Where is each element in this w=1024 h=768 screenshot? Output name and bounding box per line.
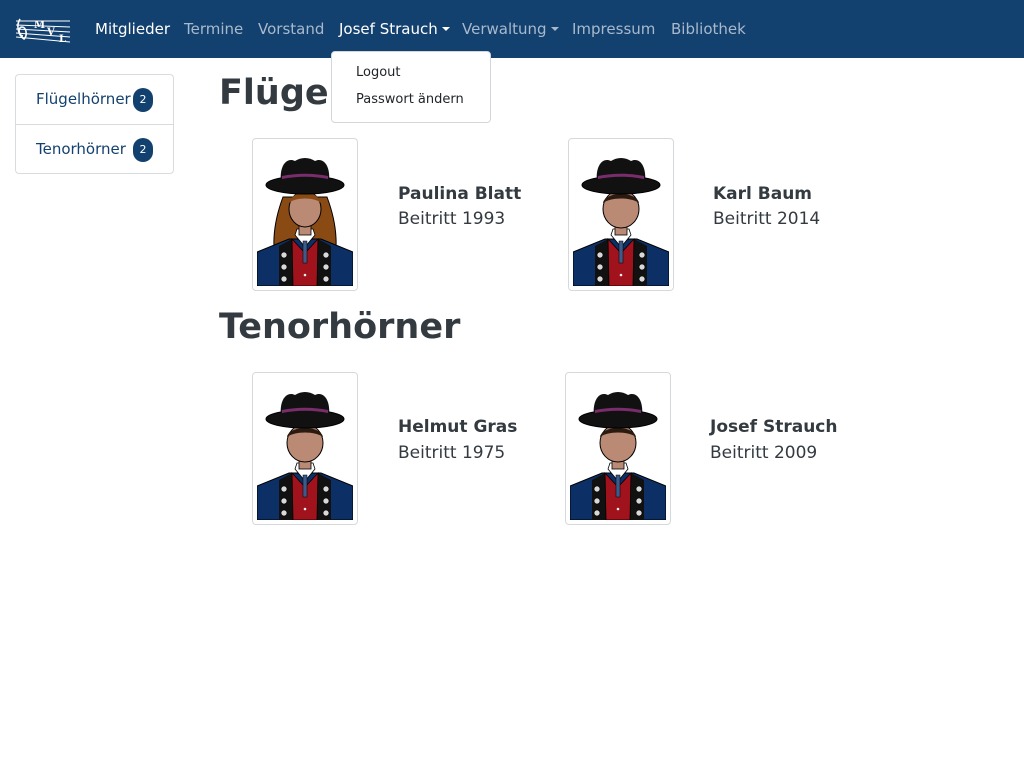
member-avatar[interactable] <box>252 372 358 525</box>
count-badge: 2 <box>133 88 153 112</box>
member-since: Beitritt 1975 <box>398 443 506 463</box>
female-avatar-icon <box>257 158 353 286</box>
menu-item-logout[interactable]: Logout <box>356 65 401 81</box>
count-badge: 2 <box>133 138 153 162</box>
sidebar-item-label: Tenorhörner <box>36 140 126 158</box>
nav-verwaltung[interactable]: Verwaltung <box>462 19 559 39</box>
member-avatar[interactable] <box>252 138 358 291</box>
member-name: Paulina Blatt <box>398 184 522 204</box>
svg-text:L: L <box>59 34 66 45</box>
section-title-tenorhoerner: Tenorhörner <box>219 307 461 347</box>
member-name: Josef Strauch <box>710 417 838 437</box>
section-sidebar: Flügelhörner 2 Tenorhörner 2 <box>15 74 174 174</box>
male-avatar-icon <box>257 392 353 520</box>
member-name: Helmut Gras <box>398 417 518 437</box>
member-name: Karl Baum <box>713 184 813 204</box>
top-navbar: M V L Mitglieder Termine Vorstand Josef … <box>0 0 1024 58</box>
nav-vorstand[interactable]: Vorstand <box>258 19 324 39</box>
sidebar-item-fluegelhoerner[interactable]: Flügelhörner 2 <box>16 75 173 124</box>
member-avatar[interactable] <box>565 372 671 525</box>
user-dropdown-menu: Logout Passwort ändern <box>331 51 491 123</box>
nav-mitglieder[interactable]: Mitglieder <box>95 19 170 39</box>
nav-termine[interactable]: Termine <box>184 19 243 39</box>
nav-bibliothek[interactable]: Bibliothek <box>671 19 746 39</box>
male-avatar-icon <box>573 158 669 286</box>
sidebar-item-label: Flügelhörner <box>36 90 131 108</box>
menu-item-change-password[interactable]: Passwort ändern <box>356 92 464 108</box>
member-since: Beitritt 2014 <box>713 209 821 229</box>
caret-down-icon <box>441 27 450 31</box>
svg-text:V: V <box>46 27 55 38</box>
member-since: Beitritt 2009 <box>710 443 818 463</box>
svg-text:M: M <box>34 20 45 31</box>
nav-impressum[interactable]: Impressum <box>572 19 655 39</box>
caret-down-icon <box>550 27 559 31</box>
nav-user-menu[interactable]: Josef Strauch <box>339 19 450 39</box>
male-avatar-icon <box>570 392 666 520</box>
sidebar-item-tenorhoerner[interactable]: Tenorhörner 2 <box>16 124 173 173</box>
member-since: Beitritt 1993 <box>398 209 506 229</box>
club-logo-icon[interactable]: M V L <box>14 13 74 45</box>
member-avatar[interactable] <box>568 138 674 291</box>
